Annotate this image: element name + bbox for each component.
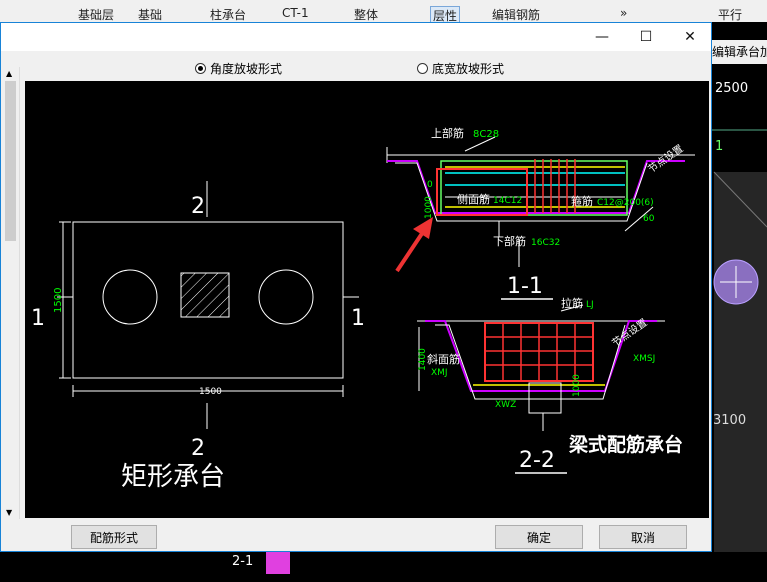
vertical-scrollbar[interactable]: ▲ ▼ bbox=[2, 67, 20, 519]
ok-button[interactable]: 确定 bbox=[495, 525, 583, 549]
dim-bottom: 1500 bbox=[199, 387, 222, 397]
bottom-bar-label: 下部筋 bbox=[493, 234, 526, 248]
scroll-up-icon[interactable]: ▲ bbox=[6, 69, 12, 78]
tie-label: 拉筋 bbox=[561, 296, 583, 310]
top-bar-value: 8C28 bbox=[473, 129, 499, 140]
bottom-bar-value: 16C32 bbox=[531, 238, 560, 248]
side-bar-label: 侧面筋 bbox=[457, 192, 490, 206]
dim-side: 1500 bbox=[53, 288, 64, 313]
dim-b-1-1: 1000 bbox=[424, 196, 434, 219]
tab-floor[interactable]: 基础层 bbox=[78, 6, 114, 23]
slope-value: XMJ bbox=[431, 368, 448, 378]
stirrup-label: 箍筋 bbox=[571, 194, 593, 208]
more-icon[interactable]: » bbox=[620, 6, 627, 20]
maximize-icon[interactable]: ☐ bbox=[623, 23, 669, 51]
bg-value-1: 1 bbox=[715, 139, 723, 154]
tab-ct1[interactable]: CT-1 bbox=[282, 6, 309, 20]
scroll-down-icon[interactable]: ▼ bbox=[6, 508, 12, 517]
radio-unchecked-icon bbox=[417, 63, 428, 74]
radio-checked-icon bbox=[195, 63, 206, 74]
rect-cap-caption: 矩形承台 bbox=[121, 462, 225, 492]
beam-cap-caption: 梁式配筋承台 bbox=[568, 433, 683, 456]
bottom-width-slope-radio[interactable]: 底宽放坡形式 bbox=[417, 60, 504, 77]
tab-foundation[interactable]: 基础 bbox=[138, 6, 162, 23]
minimize-icon[interactable]: — bbox=[579, 23, 625, 51]
angle-slope-label: 角度放坡形式 bbox=[210, 62, 283, 76]
section-2-2-drawing: 拉筋 LJ 1400 斜面筋 XMJ XMSJ 节点设置 XWZ 1000 2-… bbox=[417, 296, 683, 474]
dim-a: 0 bbox=[427, 180, 433, 190]
pointer-arrow-icon bbox=[395, 217, 433, 273]
bottom-canvas: 2-1 bbox=[0, 552, 767, 582]
app-toolbar: 基础层 基础 柱承台 CT-1 整体 层性 编辑钢筋 » 平行 bbox=[0, 0, 767, 25]
background-canvas: 2500 1 3100 bbox=[712, 22, 767, 582]
dim-b-2-2: 1000 bbox=[572, 374, 582, 397]
tab-edit-rebar[interactable]: 编辑钢筋 bbox=[492, 6, 540, 23]
top-bar-label: 上部筋 bbox=[431, 126, 464, 140]
close-icon[interactable]: ✕ bbox=[667, 23, 713, 51]
stirrup-value: C12@200(6) bbox=[597, 198, 654, 208]
scroll-thumb[interactable] bbox=[5, 81, 16, 241]
bg-value-2500: 2500 bbox=[715, 81, 748, 96]
slope-label: 斜面筋 bbox=[427, 352, 460, 366]
rectangular-cap-drawing: 2 1 1 1500 1500 2 矩形承台 bbox=[31, 181, 365, 492]
cancel-button[interactable]: 取消 bbox=[599, 525, 687, 549]
slope-option-group: 角度放坡形式 底宽放坡形式 bbox=[21, 55, 711, 81]
node-setting-1[interactable]: 节点设置 bbox=[646, 143, 686, 176]
section-label-bottom: 2 bbox=[191, 436, 205, 461]
bg-bottom-label: 2-1 bbox=[232, 554, 254, 569]
tab-whole[interactable]: 整体 bbox=[354, 6, 378, 23]
rebar-form-dialog: — ☐ ✕ ▲ ▼ 角度放坡形式 底宽放坡形式 2 1 1 1500 1500 … bbox=[0, 22, 712, 552]
angle-slope-radio[interactable]: 角度放坡形式 bbox=[195, 60, 282, 77]
bottom-width-slope-label: 底宽放坡形式 bbox=[432, 62, 505, 76]
edit-cap-label: 编辑承台加 bbox=[712, 40, 767, 64]
tie-value: LJ bbox=[586, 300, 594, 310]
section-1-1-drawing: 上部筋 8C28 0 1000 侧面筋 14C12 箍筋 C12@200(6) … bbox=[386, 126, 695, 300]
tab-pile-cap[interactable]: 柱承台 bbox=[210, 6, 246, 23]
dialog-titlebar: — ☐ ✕ bbox=[1, 23, 711, 51]
angle-label: 60 bbox=[643, 214, 655, 224]
parallel-button[interactable]: 平行 bbox=[718, 6, 742, 23]
xmsj-label: XMSJ bbox=[633, 354, 655, 364]
bg-hatch bbox=[266, 552, 290, 574]
section-2-2-title: 2-2 bbox=[519, 448, 555, 473]
side-bar-value: 14C12 bbox=[493, 196, 522, 206]
rebar-form-button[interactable]: 配筋形式 bbox=[71, 525, 157, 549]
section-label-right: 1 bbox=[351, 306, 365, 331]
section-label-left: 1 bbox=[31, 306, 45, 331]
section-label-top: 2 bbox=[191, 194, 205, 219]
section-1-1-title: 1-1 bbox=[507, 274, 543, 299]
preview-canvas: 2 1 1 1500 1500 2 矩形承台 上部筋 8C28 0 1000 侧… bbox=[25, 81, 709, 518]
xwz-label: XWZ bbox=[495, 400, 516, 410]
bg-value-3100: 3100 bbox=[713, 413, 746, 428]
